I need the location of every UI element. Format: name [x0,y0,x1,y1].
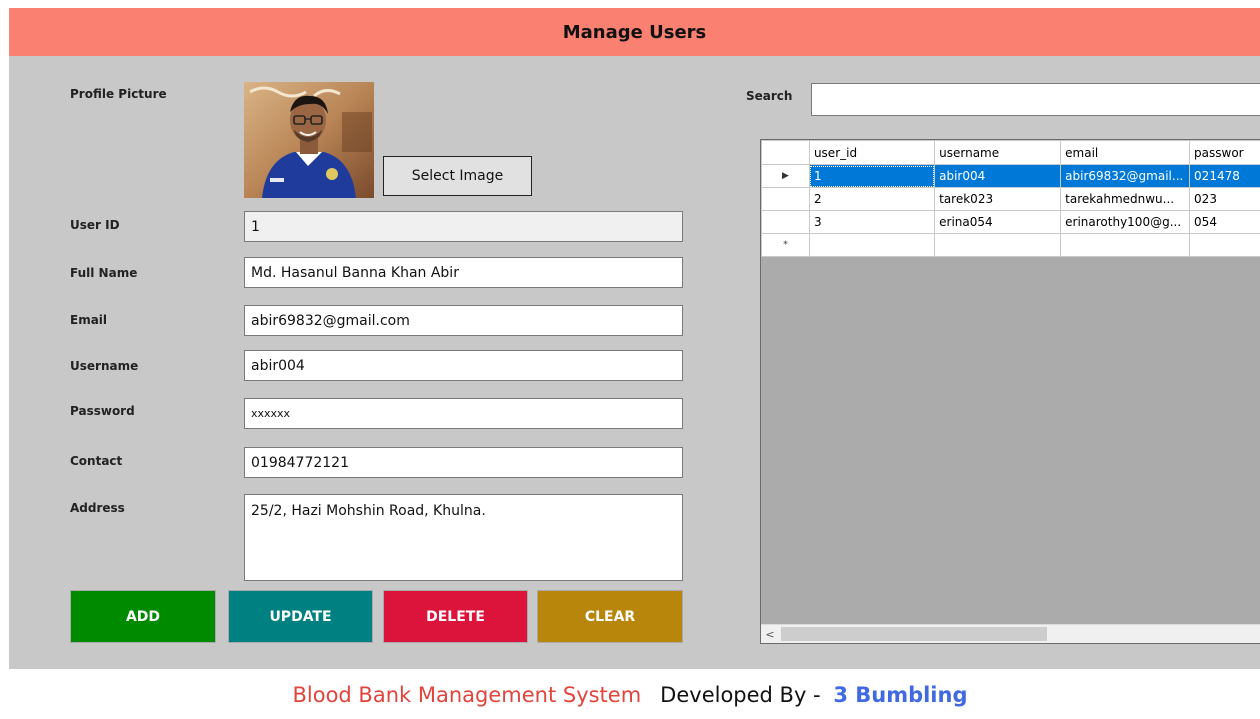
grid-cell[interactable]: abir004 [934,164,1062,188]
footer: Blood Bank Management System Developed B… [0,675,1260,715]
table-row[interactable]: 2 tarek023 tarekahmednwu... 023 [761,187,1260,211]
grid-corner-cell[interactable] [761,140,810,165]
horizontal-scrollbar[interactable]: < [761,624,1260,643]
profile-picture [244,82,374,198]
table-row[interactable]: 3 erina054 erinarothy100@g... 054 [761,210,1260,234]
scrollbar-thumb[interactable] [781,627,1047,641]
clear-button[interactable]: CLEAR [537,590,683,643]
grid-cell[interactable]: 023 [1189,187,1260,211]
grid-cell[interactable]: 2 [808,187,936,211]
username-label: Username [70,359,139,373]
email-label: Email [70,313,108,327]
password-field[interactable]: xxxxxx [244,398,683,429]
manage-users-window: Manage Users Profile Picture Select Imag… [9,8,1260,669]
new-row-marker-icon[interactable]: * [761,233,810,257]
select-image-button[interactable]: Select Image [383,156,532,196]
add-button[interactable]: ADD [70,590,216,643]
profile-picture-label: Profile Picture [70,87,167,101]
search-label: Search [746,89,793,103]
grid-cell[interactable]: 021478 [1189,164,1260,188]
delete-button[interactable]: DELETE [383,590,528,643]
grid-cell[interactable]: erina054 [934,210,1062,234]
users-grid[interactable]: user_id username email passwor ▶ 1 abir0… [760,139,1260,644]
grid-cell[interactable]: erinarothy100@g... [1060,210,1191,234]
user-id-field[interactable]: 1 [244,211,683,242]
grid-cell[interactable] [1189,233,1260,257]
password-label: Password [70,404,135,418]
grid-cell[interactable]: 1 [808,164,936,188]
users-table: user_id username email passwor ▶ 1 abir0… [761,140,1260,257]
grid-column-header[interactable]: username [934,140,1062,165]
username-field[interactable]: abir004 [244,350,683,381]
grid-column-header[interactable]: email [1060,140,1191,165]
full-name-field[interactable]: Md. Hasanul Banna Khan Abir [244,257,683,288]
scroll-left-icon[interactable]: < [761,625,779,643]
address-field[interactable]: 25/2, Hazi Mohshin Road, Khulna. [244,494,683,581]
row-header[interactable] [761,210,810,234]
user-id-label: User ID [70,218,120,232]
contact-label: Contact [70,454,123,468]
row-header[interactable] [761,187,810,211]
app-name: Blood Bank Management System [292,683,642,707]
grid-column-header[interactable]: user_id [808,140,936,165]
grid-column-header[interactable]: passwor [1189,140,1260,165]
email-field[interactable]: abir69832@gmail.com [244,305,683,336]
developed-by-label: Developed By - [660,683,828,707]
grid-cell[interactable]: 3 [808,210,936,234]
window-title: Manage Users [9,8,1260,56]
grid-cell[interactable]: 054 [1189,210,1260,234]
grid-cell[interactable]: abir69832@gmail... [1060,164,1191,188]
profile-photo-icon [244,82,374,198]
team-name: 3 Bumbling [833,683,968,707]
update-button[interactable]: UPDATE [228,590,373,643]
grid-cell[interactable] [1060,233,1191,257]
current-row-indicator-icon[interactable]: ▶ [761,164,810,188]
full-name-label: Full Name [70,266,138,280]
address-label: Address [70,501,125,515]
grid-cell[interactable] [808,233,936,257]
grid-cell[interactable]: tarekahmednwu... [1060,187,1191,211]
contact-field[interactable]: 01984772121 [244,447,683,478]
search-input[interactable] [811,83,1260,116]
grid-header-row: user_id username email passwor [761,140,1260,165]
table-row[interactable]: ▶ 1 abir004 abir69832@gmail... 021478 [761,164,1260,188]
new-row[interactable]: * [761,233,1260,257]
grid-cell[interactable] [934,233,1062,257]
grid-cell[interactable]: tarek023 [934,187,1062,211]
